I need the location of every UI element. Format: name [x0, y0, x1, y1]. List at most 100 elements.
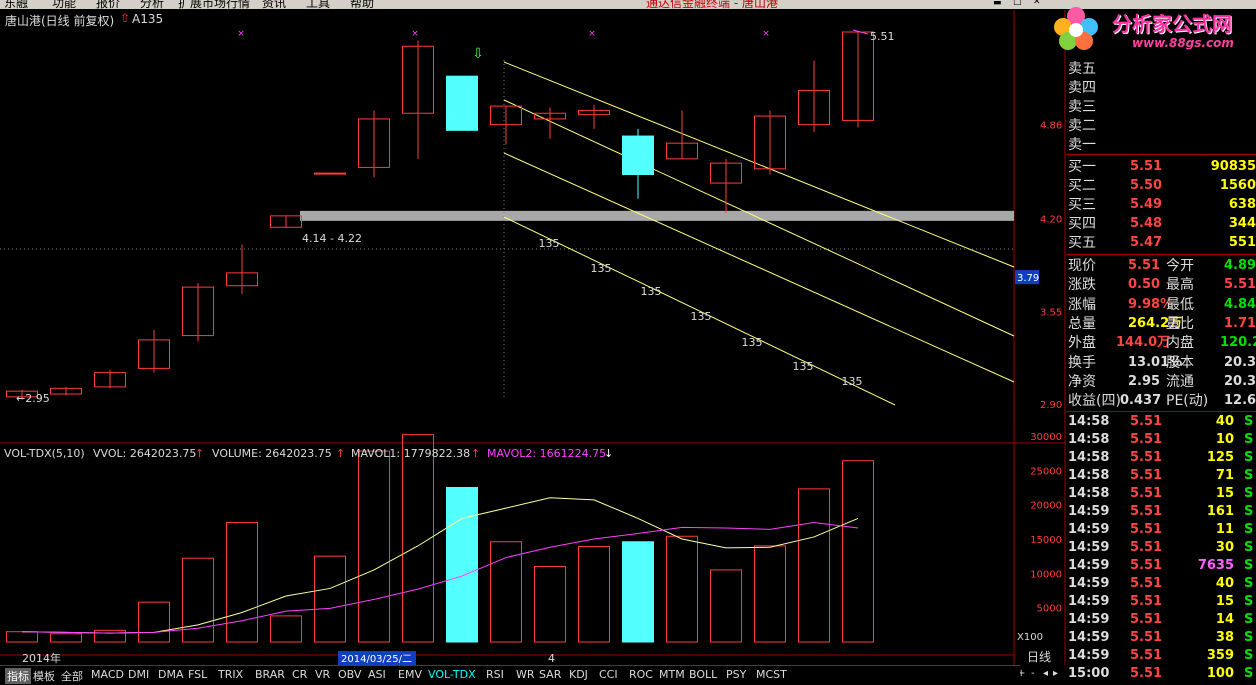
- order-book-sell-row: 卖一: [1066, 136, 1256, 154]
- tick-time: 14:58: [1068, 432, 1110, 448]
- minimize-icon[interactable]: ▬: [993, 0, 1002, 8]
- flower-logo-icon: [1054, 7, 1098, 50]
- indicator-tab[interactable]: ASI: [368, 668, 386, 681]
- quote-value: 0.50: [1128, 277, 1161, 293]
- quote-row: 外盘 144.0万内盘 120.2万: [1066, 334, 1256, 352]
- indicator-tab[interactable]: PSY: [726, 668, 746, 681]
- indicator-tab[interactable]: EMV: [398, 668, 422, 681]
- order-book-label: 卖四: [1068, 80, 1096, 96]
- volume-bar: [226, 522, 258, 643]
- menu-item[interactable]: 扩展市场行情: [178, 0, 250, 9]
- tick-row: 14:59 5.51 40 S: [1066, 575, 1256, 593]
- volume-axis-label: 30000: [1030, 432, 1062, 443]
- indicator-tab[interactable]: OBV: [338, 668, 361, 681]
- top-marker: ×: [762, 29, 770, 39]
- tick-time: 14:59: [1068, 576, 1110, 592]
- indicator-tab[interactable]: 模板: [33, 668, 55, 684]
- order-book-sell-row: 卖四: [1066, 79, 1256, 97]
- quote-label: 外盘: [1068, 335, 1096, 352]
- mavol1-line: [21, 497, 859, 634]
- quote-value: 5.51: [1224, 277, 1256, 293]
- tick-volume: 11: [1215, 522, 1234, 538]
- indicator-tab[interactable]: BRAR: [255, 668, 285, 681]
- menu-item[interactable]: 帮助: [350, 0, 374, 9]
- quote-label: 内盘: [1166, 335, 1194, 352]
- menu-item[interactable]: 报价: [96, 0, 120, 9]
- quote-row: 涨幅 9.98% 最低 4.84: [1066, 296, 1256, 314]
- chart-title: 唐山港(日线 前复权): [5, 14, 115, 28]
- indicator-tab[interactable]: 指标: [5, 668, 31, 684]
- volume-axis-label: 25000: [1030, 466, 1062, 477]
- logo-text: 分析家公式网: [1112, 12, 1232, 36]
- period-label[interactable]: 日线: [1027, 648, 1051, 665]
- zoom-out-icon[interactable]: -: [1031, 668, 1035, 679]
- tick-row: 14:59 5.51 38 S: [1066, 629, 1256, 647]
- indicator-tab[interactable]: MCST: [756, 668, 787, 681]
- quote-value: 12.6: [1224, 393, 1256, 409]
- menu-item[interactable]: 分析: [140, 0, 164, 9]
- menu-item[interactable]: 功能: [52, 0, 76, 9]
- period-control: 日线 + - ◂ ▸: [1015, 640, 1065, 684]
- quote-value: 20.3亿: [1224, 354, 1256, 370]
- close-icon[interactable]: ✕: [1033, 0, 1041, 7]
- indicator-tab[interactable]: CCI: [599, 668, 618, 681]
- menu-item[interactable]: 工具: [306, 0, 330, 9]
- indicator-tab[interactable]: RSI: [486, 668, 504, 681]
- volume-bar: [710, 569, 742, 643]
- formula-label: A135: [132, 12, 164, 26]
- indicator-tab[interactable]: VR: [315, 668, 330, 681]
- tick-volume: 359: [1206, 648, 1234, 664]
- price-axis-label: 3.55: [1040, 307, 1062, 318]
- order-book-sell-row: 卖二: [1066, 117, 1256, 135]
- fan-label: 135: [793, 360, 814, 373]
- scroll-right-icon[interactable]: ▸: [1053, 668, 1058, 679]
- quote-label: 净资: [1068, 373, 1096, 390]
- indicator-tab[interactable]: VOL-TDX: [428, 668, 476, 681]
- quote-label: 现价: [1068, 258, 1096, 274]
- menu-item[interactable]: 东融: [4, 0, 28, 9]
- indicator-tab[interactable]: SAR: [539, 668, 561, 681]
- indicator-tab[interactable]: DMA: [158, 668, 184, 681]
- volume-value: VOLUME: 2642023.75: [212, 447, 332, 460]
- quote-value: 20.3亿: [1224, 373, 1256, 389]
- indicator-tab[interactable]: MACD: [91, 668, 124, 681]
- date-cursor-label: 2014/03/25/二: [341, 654, 412, 665]
- tick-volume: 30: [1215, 540, 1234, 556]
- quote-value: 4.84: [1224, 296, 1256, 312]
- indicator-tab[interactable]: CR: [292, 668, 307, 681]
- up-arrow-icon: ↑: [471, 447, 480, 460]
- tick-side: S: [1244, 576, 1254, 592]
- indicator-tab[interactable]: FSL: [188, 668, 207, 681]
- quote-label: 流通: [1166, 373, 1194, 390]
- tick-row: 14:59 5.51 7635 S: [1066, 557, 1256, 575]
- indicator-tab[interactable]: TRIX: [218, 668, 243, 681]
- divider: [1066, 254, 1256, 255]
- order-book-price: 5.49: [1130, 197, 1163, 212]
- indicator-tab[interactable]: MTM: [659, 668, 685, 681]
- kline-chart-area[interactable]: ⇩ 4.86 4.20 3.79 3.55 2.90 5.51 4.14 - 4.22 ←2.9…: [0, 10, 1066, 665]
- order-book-label: 买一: [1068, 159, 1096, 175]
- up-arrow-icon: ↑: [336, 447, 345, 460]
- candle: [314, 172, 346, 175]
- maximize-icon[interactable]: □: [1013, 0, 1022, 7]
- indicator-tab[interactable]: KDJ: [569, 668, 588, 681]
- tick-side: S: [1244, 522, 1254, 538]
- indicator-tab[interactable]: 全部: [61, 668, 83, 684]
- tick-side: S: [1244, 666, 1254, 682]
- scroll-left-icon[interactable]: ◂: [1043, 668, 1048, 679]
- menu-item[interactable]: 资讯: [262, 0, 286, 9]
- vvol-value: VVOL: 2642023.75: [93, 447, 196, 460]
- quote-label: 股本: [1166, 354, 1194, 371]
- indicator-tab[interactable]: DMI: [128, 668, 149, 681]
- tick-time: 14:59: [1068, 522, 1110, 538]
- fan-label: 135: [539, 237, 560, 250]
- indicator-tab[interactable]: BOLL: [689, 668, 717, 681]
- volume-bar: [666, 535, 698, 643]
- order-book-price: 5.47: [1130, 235, 1163, 250]
- order-book-volume: 90835: [1210, 159, 1256, 174]
- indicator-tab[interactable]: ROC: [629, 668, 653, 681]
- tick-row: 14:58 5.51 71 S: [1066, 467, 1256, 485]
- tick-side: S: [1244, 540, 1254, 556]
- indicator-tab[interactable]: WR: [516, 668, 535, 681]
- tick-row: 14:58 5.51 40 S: [1066, 413, 1256, 431]
